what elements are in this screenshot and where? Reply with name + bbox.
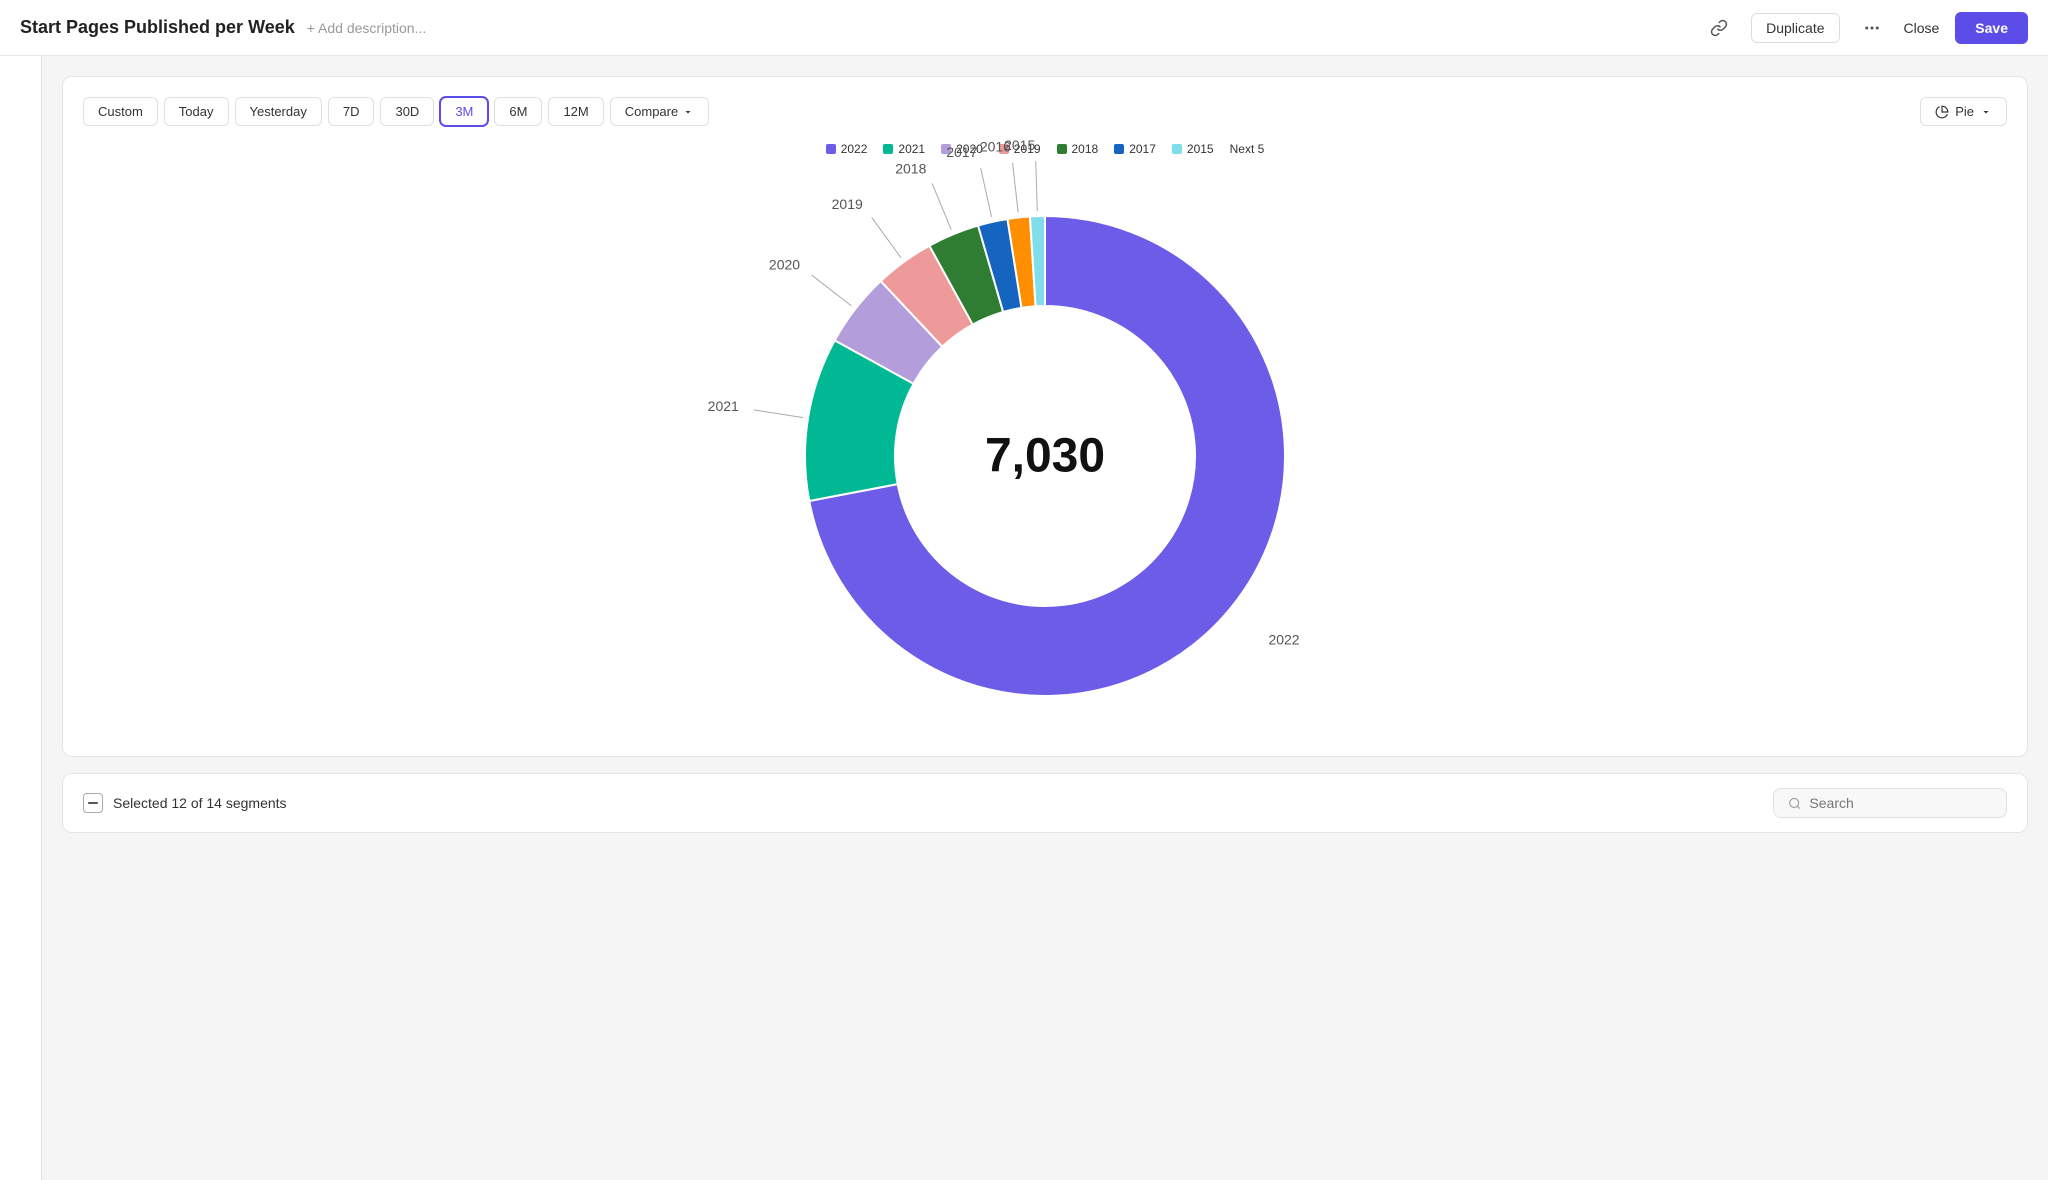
close-button[interactable]: Close (1904, 20, 1940, 36)
segment-selection: Selected 12 of 14 segments (83, 793, 287, 813)
duplicate-button[interactable]: Duplicate (1751, 13, 1839, 43)
page-title: Start Pages Published per Week (20, 17, 295, 38)
segment-label-2020: 2020 (769, 257, 800, 273)
12m-button[interactable]: 12M (548, 97, 603, 126)
search-area[interactable] (1773, 788, 2007, 818)
legend-dot-2022 (826, 144, 836, 154)
donut-chart-area: 20222021202020192018201720162015 7,030 (83, 176, 2007, 736)
today-button[interactable]: Today (164, 97, 229, 126)
bottom-bar: Selected 12 of 14 segments (62, 773, 2028, 833)
pie-chart-button[interactable]: Pie (1920, 97, 2007, 126)
3m-button[interactable]: 3M (440, 97, 488, 126)
top-bar-left: Start Pages Published per Week + Add des… (20, 17, 426, 38)
label-line-2015 (1036, 161, 1038, 211)
next5-button[interactable]: Next 5 (1230, 142, 1265, 156)
6m-button[interactable]: 6M (494, 97, 542, 126)
link-icon-button[interactable] (1703, 12, 1735, 44)
legend-item-2017: 2017 (1114, 142, 1156, 156)
segment-label-2021: 2021 (708, 398, 739, 414)
label-line-2019 (872, 217, 901, 257)
selected-segments-text: Selected 12 of 14 segments (113, 795, 287, 811)
legend-dot-2018 (1057, 144, 1067, 154)
label-line-2016 (1013, 163, 1018, 213)
legend-label-2017: 2017 (1129, 142, 1156, 156)
segment-label-2018: 2018 (895, 160, 926, 176)
legend-item-2022: 2022 (826, 142, 868, 156)
yesterday-button[interactable]: Yesterday (235, 97, 322, 126)
legend-dot-2021 (883, 144, 893, 154)
legend-item-2018: 2018 (1057, 142, 1099, 156)
search-icon (1788, 796, 1801, 811)
7d-button[interactable]: 7D (328, 97, 375, 126)
donut-hole (895, 306, 1195, 606)
legend-label-2021: 2021 (898, 142, 925, 156)
legend-dot-2015 (1172, 144, 1182, 154)
label-line-2017 (981, 168, 992, 217)
30d-button[interactable]: 30D (380, 97, 434, 126)
label-line-2018 (932, 183, 951, 229)
compare-button[interactable]: Compare (610, 97, 709, 126)
legend-dot-2017 (1114, 144, 1124, 154)
add-description-link[interactable]: + Add description... (307, 20, 426, 36)
segment-label-2015: 2015 (1004, 137, 1035, 153)
search-input[interactable] (1809, 795, 1992, 811)
date-toolbar: Custom Today Yesterday 7D 30D 3M 6M 12M … (83, 97, 2007, 126)
segment-label-2019: 2019 (832, 196, 863, 212)
donut-chart-svg: 20222021202020192018201720162015 (765, 176, 1325, 736)
save-button[interactable]: Save (1955, 12, 2028, 44)
chart-card: Custom Today Yesterday 7D 30D 3M 6M 12M … (62, 76, 2028, 757)
segment-label-2022: 2022 (1268, 632, 1299, 648)
label-line-2021 (754, 410, 803, 418)
left-sidebar (0, 56, 42, 1180)
segment-label-2017: 2017 (946, 144, 977, 160)
legend-label-2015: 2015 (1187, 142, 1214, 156)
custom-button[interactable]: Custom (83, 97, 158, 126)
legend-item-2015: 2015 (1172, 142, 1214, 156)
legend-label-2018: 2018 (1072, 142, 1099, 156)
deselect-icon[interactable] (83, 793, 103, 813)
top-bar: Start Pages Published per Week + Add des… (0, 0, 2048, 56)
more-options-button[interactable] (1856, 12, 1888, 44)
legend-label-2022: 2022 (841, 142, 868, 156)
label-line-2020 (812, 275, 852, 306)
chart-legend: 2022 2021 2020 2019 2018 2017 2015Next 5 (83, 142, 2007, 156)
legend-item-2021: 2021 (883, 142, 925, 156)
top-bar-right: Duplicate Close Save (1703, 12, 2028, 44)
